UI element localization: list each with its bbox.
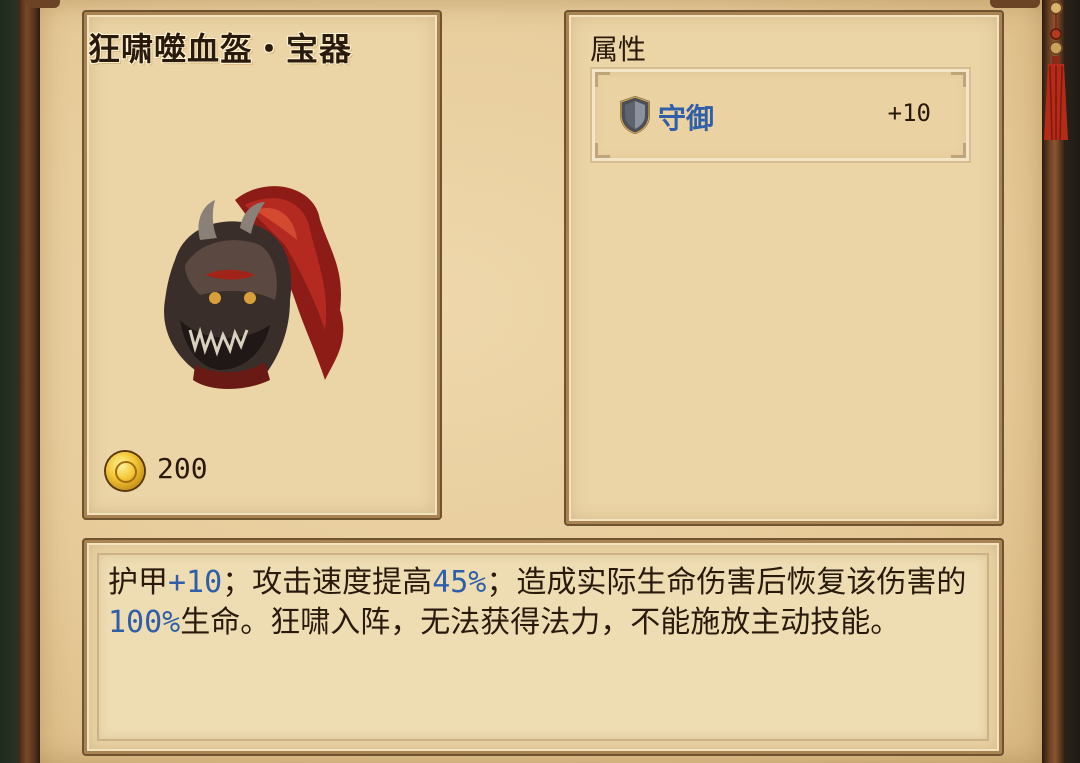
desc-segment: 生命。狂啸入阵，无法获得法力，不能施放主动技能。 — [180, 605, 901, 640]
item-price: 200 — [157, 452, 208, 485]
desc-segment: ；造成实际生命伤害后恢复该伤害的 — [486, 565, 967, 600]
desc-highlight: 100% — [108, 605, 181, 640]
scroll-knob-right — [990, 0, 1040, 8]
shield-icon — [620, 95, 650, 135]
desc-segment: ；攻击速度提高 — [222, 565, 433, 600]
attributes-header: 属性 — [590, 33, 647, 66]
scroll-rod-left — [18, 0, 40, 763]
item-description: 护甲+10；攻击速度提高45%；造成实际生命伤害后恢复该伤害的 100%生命。狂啸… — [108, 563, 968, 643]
scroll-knob-left — [26, 0, 60, 8]
desc-segment: 护甲 — [108, 565, 168, 600]
tassel-ornament — [1044, 1, 1068, 141]
attribute-row: 守御 +10 — [590, 67, 971, 163]
gold-coin-icon — [106, 452, 144, 490]
attribute-name: 守御 — [658, 102, 715, 135]
helmet-image — [164, 186, 344, 389]
item-title: 狂啸噬血盔・宝器 — [88, 30, 353, 68]
desc-highlight: +10 — [168, 565, 223, 600]
attribute-value: +10 — [887, 99, 931, 127]
desc-highlight: 45% — [432, 565, 487, 600]
